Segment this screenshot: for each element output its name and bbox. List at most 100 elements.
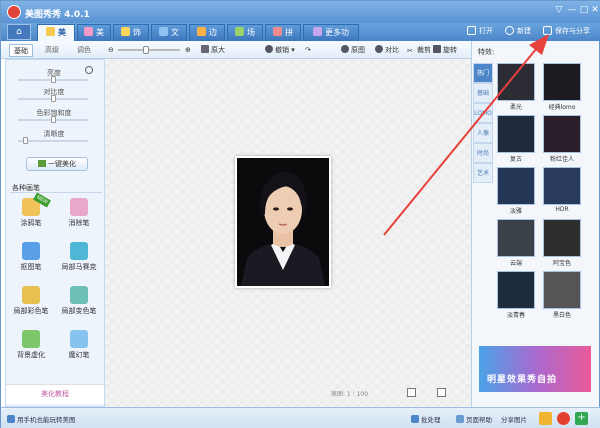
cutout-icon bbox=[22, 242, 40, 260]
tool-magic-pen[interactable]: 魔幻笔 bbox=[58, 328, 100, 364]
effects-title: 特效: bbox=[478, 48, 495, 56]
tool-background-blur[interactable]: 背景虚化 bbox=[10, 328, 52, 364]
compare-icon[interactable] bbox=[437, 388, 446, 397]
speaker-icon bbox=[7, 415, 15, 423]
brightness-knob[interactable] bbox=[51, 76, 56, 83]
effect-soft-light[interactable]: 柔光 bbox=[496, 63, 536, 111]
effect-tab-lomo[interactable]: LOMO bbox=[473, 103, 493, 123]
save-icon bbox=[543, 26, 552, 35]
sharpness-slider[interactable] bbox=[18, 140, 88, 142]
sharpness-knob[interactable] bbox=[23, 137, 28, 144]
new-button[interactable]: 新建 bbox=[505, 26, 531, 36]
subtab-advanced[interactable]: 高级 bbox=[41, 44, 63, 57]
actual-size-button[interactable]: 原大 bbox=[201, 44, 225, 57]
promo-banner[interactable]: 明星效果秀自拍 bbox=[479, 346, 591, 392]
star-icon[interactable] bbox=[539, 412, 552, 425]
add-icon[interactable]: + bbox=[575, 412, 588, 425]
blur-icon bbox=[22, 330, 40, 348]
undo-button[interactable]: 撤销 ▾ bbox=[265, 44, 295, 57]
tool-eraser-pen[interactable]: 消除笔 bbox=[58, 196, 100, 232]
divider bbox=[10, 192, 102, 193]
batch-button[interactable]: 批处理 bbox=[411, 414, 441, 424]
tool-doodle-pen[interactable]: NEW 涂鸦笔 bbox=[10, 192, 52, 232]
home-icon[interactable]: ⌂ bbox=[7, 24, 31, 40]
main-nav: ⌂ 美化 美容 饰品 文字 边框 场景 拼图 更多功能 ▾ 打开 新建 保存与分… bbox=[1, 23, 600, 53]
tab-text[interactable]: 文字 bbox=[151, 24, 187, 53]
effect-thumb bbox=[497, 219, 535, 257]
effect-tab-art[interactable]: 艺术 bbox=[473, 163, 493, 183]
effect-classic-lomo[interactable]: 经典lomo bbox=[542, 63, 582, 111]
app-window: 美图秀秀 4.0.1 ▽ — □ ✕ ⌂ 美化 美容 饰品 文字 边框 场景 拼… bbox=[0, 0, 600, 428]
effect-retro[interactable]: 复古 bbox=[496, 115, 536, 163]
plus-icon bbox=[505, 26, 514, 35]
tab-beauty[interactable]: 美容 bbox=[77, 24, 111, 53]
effect-elegant[interactable]: 淡雅 bbox=[496, 167, 536, 215]
zoom-out-icon[interactable]: ⊖ bbox=[108, 44, 114, 57]
tool-color-pen[interactable]: 局部彩色笔 bbox=[10, 284, 52, 320]
effect-tab-portrait[interactable]: 人像 bbox=[473, 123, 493, 143]
reset-button[interactable]: 原图 bbox=[341, 44, 365, 57]
frame-icon bbox=[197, 27, 206, 36]
subtab-basic[interactable]: 基础 bbox=[9, 44, 33, 57]
color-pen-icon bbox=[22, 286, 40, 304]
zoom-slider[interactable] bbox=[118, 49, 180, 51]
help-button[interactable]: 页面帮助 bbox=[456, 414, 492, 424]
effect-thumb bbox=[497, 115, 535, 153]
tab-more[interactable]: 更多功能 ▾ bbox=[303, 24, 359, 53]
saturation-knob[interactable] bbox=[51, 116, 56, 123]
minimize-button[interactable]: — bbox=[566, 5, 578, 15]
canvas-info: 原图: 1 : 100 bbox=[331, 391, 369, 398]
tab-frame[interactable]: 边框 bbox=[189, 24, 225, 53]
save-share-button[interactable]: 保存与分享 bbox=[543, 26, 590, 36]
share-button[interactable]: 分享图片 bbox=[501, 414, 527, 424]
effect-thumb bbox=[543, 63, 581, 101]
beautify-icon bbox=[46, 27, 55, 36]
skin-button[interactable]: ▽ bbox=[553, 5, 565, 15]
mobile-tip[interactable]: 用手机也能玩转美图 bbox=[7, 414, 76, 424]
effect-hdr[interactable]: HDR bbox=[542, 167, 582, 215]
effect-abao[interactable]: 阿宝色 bbox=[542, 219, 582, 267]
tab-beautify[interactable]: 美化 bbox=[37, 24, 75, 53]
contrast-knob[interactable] bbox=[51, 95, 56, 102]
promo-text: 明星效果秀自拍 bbox=[487, 375, 558, 385]
tab-collage[interactable]: 拼图 bbox=[265, 24, 301, 53]
one-click-beautify-button[interactable]: 一键美化 bbox=[26, 157, 88, 171]
tool-mosaic[interactable]: 局部马赛克 bbox=[58, 240, 100, 276]
tool-cutout-pen[interactable]: 抠图笔 bbox=[10, 240, 52, 276]
close-button[interactable]: ✕ bbox=[589, 5, 600, 15]
eraser-icon bbox=[70, 198, 88, 216]
effect-tab-basic[interactable]: 基础 bbox=[473, 83, 493, 103]
rotate-icon bbox=[433, 45, 441, 53]
effect-pink-lady[interactable]: 粉红佳人 bbox=[542, 115, 582, 163]
more-icon bbox=[313, 27, 322, 36]
text-icon bbox=[159, 27, 168, 36]
help-icon bbox=[456, 415, 464, 423]
weibo-icon[interactable] bbox=[557, 412, 570, 425]
effect-tab-hot[interactable]: 热门 bbox=[473, 63, 493, 83]
zoom-slider-knob[interactable] bbox=[143, 46, 149, 54]
rotate-button[interactable]: 旋转 bbox=[433, 44, 457, 57]
fit-icon[interactable] bbox=[407, 388, 416, 397]
tab-accessories[interactable]: 饰品 bbox=[113, 24, 149, 53]
redo-icon[interactable]: ↷ bbox=[305, 44, 311, 57]
effect-thumb bbox=[497, 63, 535, 101]
effect-thumb bbox=[543, 115, 581, 153]
zoom-in-icon[interactable]: ⊕ bbox=[185, 44, 191, 57]
effect-thumb bbox=[497, 271, 535, 309]
mosaic-icon bbox=[70, 242, 88, 260]
effect-tab-fashion[interactable]: 时尚 bbox=[473, 143, 493, 163]
cut-button[interactable]: ✂ 裁剪 bbox=[407, 44, 431, 57]
tutorial-link[interactable]: 美化教程 bbox=[6, 384, 104, 404]
accessories-icon bbox=[121, 27, 130, 36]
tab-scene[interactable]: 场景 bbox=[227, 24, 263, 53]
effect-black-white[interactable]: 黑白色 bbox=[542, 271, 582, 319]
recolor-pen-icon bbox=[70, 286, 88, 304]
magic-pen-icon bbox=[70, 330, 88, 348]
effect-cloud[interactable]: 云端 bbox=[496, 219, 536, 267]
compare-button[interactable]: 对比 bbox=[375, 44, 399, 57]
effect-youth[interactable]: 淡青春 bbox=[496, 271, 536, 319]
open-button[interactable]: 打开 bbox=[467, 26, 493, 36]
tool-recolor-pen[interactable]: 局部变色笔 bbox=[58, 284, 100, 320]
undo-icon bbox=[265, 45, 273, 53]
subtab-paint[interactable]: 调色 bbox=[73, 44, 95, 57]
